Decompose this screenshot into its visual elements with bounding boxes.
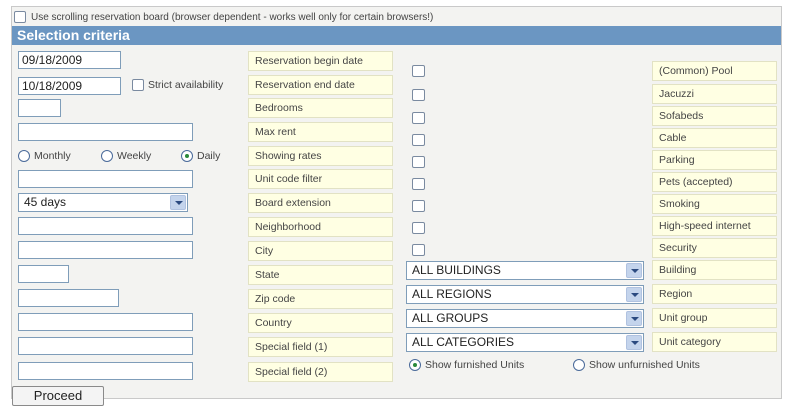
rate-weekly-radio[interactable]: Weekly [101, 150, 151, 162]
label-region: Region [652, 284, 777, 304]
bedrooms-input[interactable] [18, 99, 61, 117]
chevron-down-icon[interactable] [626, 287, 642, 302]
security-checkbox[interactable] [412, 244, 425, 256]
section-title: Selection criteria [12, 26, 781, 45]
label-sofabeds: Sofabeds [652, 106, 777, 126]
special-field-2-input[interactable] [18, 362, 193, 380]
chevron-down-icon[interactable] [626, 311, 642, 326]
label-smoking: Smoking [652, 194, 777, 214]
strict-availability-label: Strict availability [148, 79, 224, 91]
radio-dot [101, 150, 113, 162]
label-reservation-end-date: Reservation end date [248, 75, 393, 95]
smoking-checkbox[interactable] [412, 200, 425, 212]
pets-checkbox[interactable] [412, 178, 425, 190]
label-board-extension: Board extension [248, 193, 393, 213]
show-furnished-radio[interactable]: Show furnished Units [409, 359, 524, 371]
parking-checkbox[interactable] [412, 156, 425, 168]
special-field-1-input[interactable] [18, 337, 193, 355]
strict-availability-option[interactable]: Strict availability [132, 79, 223, 91]
high-speed-internet-checkbox[interactable] [412, 222, 425, 234]
label-special-field-1: Special field (1) [248, 337, 393, 357]
unit-category-select-value: ALL CATEGORIES [412, 335, 515, 349]
label-cable: Cable [652, 128, 777, 148]
label-parking: Parking [652, 150, 777, 170]
rate-monthly-radio[interactable]: Monthly [18, 150, 71, 162]
chevron-down-icon[interactable] [170, 195, 186, 210]
strict-availability-checkbox[interactable] [132, 79, 144, 91]
reservation-form: Use scrolling reservation board (browser… [11, 6, 782, 406]
show-unfurnished-label: Show unfurnished Units [589, 359, 700, 371]
label-jacuzzi: Jacuzzi [652, 84, 777, 104]
show-furnished-label: Show furnished Units [425, 359, 525, 371]
radio-dot-selected [409, 359, 421, 371]
region-select-value: ALL REGIONS [412, 287, 492, 301]
unit-code-filter-input[interactable] [18, 170, 193, 188]
rate-daily-radio[interactable]: Daily [181, 150, 220, 162]
scrolling-board-label: Use scrolling reservation board (browser… [31, 11, 434, 23]
label-security: Security [652, 238, 777, 258]
proceed-button[interactable]: Proceed [12, 386, 104, 406]
scrolling-board-option[interactable]: Use scrolling reservation board (browser… [14, 11, 433, 23]
label-city: City [248, 241, 393, 261]
board-extension-value: 45 days [24, 195, 67, 209]
cable-checkbox[interactable] [412, 134, 425, 146]
label-max-rent: Max rent [248, 122, 393, 142]
label-pets-accepted: Pets (accepted) [652, 172, 777, 192]
unit-group-select[interactable]: ALL GROUPS [406, 309, 644, 328]
label-reservation-begin-date: Reservation begin date [248, 51, 393, 71]
radio-dot-selected [181, 150, 193, 162]
zip-code-input[interactable] [18, 289, 119, 307]
rate-daily-label: Daily [197, 150, 221, 162]
unit-category-select[interactable]: ALL CATEGORIES [406, 333, 644, 352]
show-unfurnished-radio[interactable]: Show unfurnished Units [573, 359, 700, 371]
building-select-value: ALL BUILDINGS [412, 263, 501, 277]
chevron-down-icon[interactable] [626, 335, 642, 350]
label-country: Country [248, 313, 393, 333]
board-extension-select[interactable]: 45 days [18, 193, 188, 212]
rate-weekly-label: Weekly [117, 150, 152, 162]
neighborhood-input[interactable] [18, 217, 193, 235]
label-high-speed-internet: High-speed internet [652, 216, 777, 236]
region-select[interactable]: ALL REGIONS [406, 285, 644, 304]
city-input[interactable] [18, 241, 193, 259]
radio-dot [573, 359, 585, 371]
label-state: State [248, 265, 393, 285]
building-select[interactable]: ALL BUILDINGS [406, 261, 644, 280]
label-unit-category: Unit category [652, 332, 777, 352]
end-date-input[interactable]: 10/18/2009 [18, 77, 121, 95]
jacuzzi-checkbox[interactable] [412, 89, 425, 101]
label-building: Building [652, 260, 777, 280]
label-zip-code: Zip code [248, 289, 393, 309]
begin-date-input[interactable]: 09/18/2009 [18, 51, 121, 69]
scrolling-board-checkbox[interactable] [14, 11, 26, 23]
pool-checkbox[interactable] [412, 65, 425, 77]
sofabeds-checkbox[interactable] [412, 112, 425, 124]
radio-dot [18, 150, 30, 162]
label-unit-code-filter: Unit code filter [248, 169, 393, 189]
label-showing-rates: Showing rates [248, 146, 393, 166]
label-unit-group: Unit group [652, 308, 777, 328]
state-input[interactable] [18, 265, 69, 283]
rate-monthly-label: Monthly [34, 150, 71, 162]
chevron-down-icon[interactable] [626, 263, 642, 278]
unit-group-select-value: ALL GROUPS [412, 311, 489, 325]
label-bedrooms: Bedrooms [248, 98, 393, 118]
label-special-field-2: Special field (2) [248, 362, 393, 382]
country-input[interactable] [18, 313, 193, 331]
label-neighborhood: Neighborhood [248, 217, 393, 237]
label-common-pool: (Common) Pool [652, 61, 777, 81]
max-rent-input[interactable] [18, 123, 193, 141]
